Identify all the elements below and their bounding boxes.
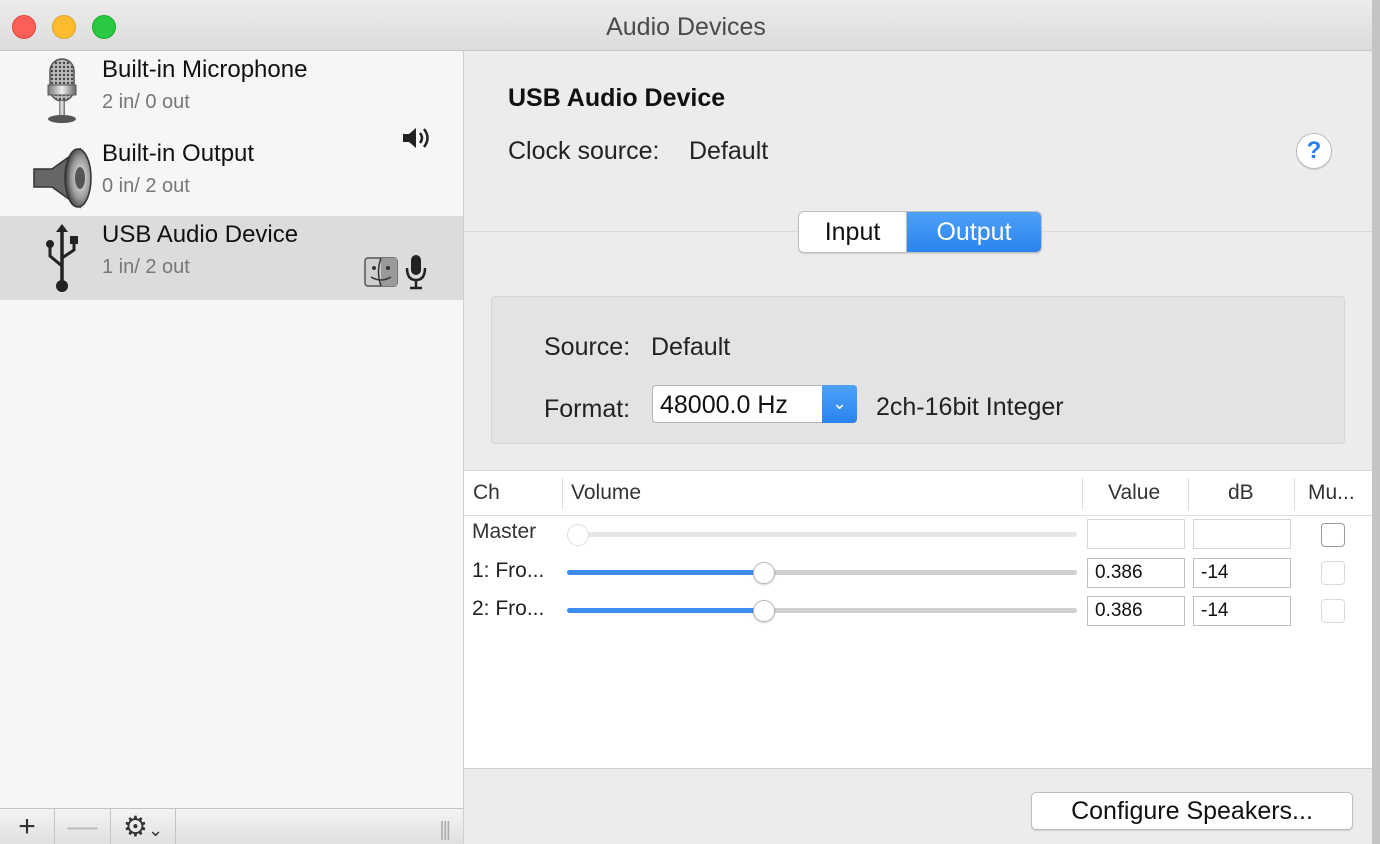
format-description: 2ch-16bit Integer <box>876 393 1064 421</box>
master-volume-knob[interactable] <box>567 524 589 546</box>
column-header-volume[interactable]: Volume <box>571 472 641 514</box>
device-io: 0 in/ 2 out <box>102 175 190 197</box>
channel-2-db-field[interactable]: -14 <box>1193 596 1291 626</box>
channel-1-value-field[interactable]: 0.386 <box>1087 558 1185 588</box>
master-db-field[interactable] <box>1193 519 1291 549</box>
column-divider <box>1294 478 1295 510</box>
device-name: USB Audio Device <box>102 221 299 248</box>
sample-rate-select[interactable]: 48000.0 Hz ⌄ <box>652 385 857 423</box>
tab-input[interactable]: Input <box>799 212 907 252</box>
help-button[interactable]: ? <box>1296 133 1332 169</box>
channel-2-value-field[interactable]: 0.386 <box>1087 596 1185 626</box>
channel-1-volume-fill <box>567 570 764 575</box>
device-list-toolbar: + — ⚙⌄ ||| <box>0 808 464 844</box>
device-name: Built-in Microphone <box>102 56 308 83</box>
input-output-segmented-control[interactable]: Input Output <box>798 211 1042 253</box>
finder-icon <box>364 257 398 287</box>
column-divider <box>1082 478 1083 510</box>
column-header-value[interactable]: Value <box>1108 472 1160 514</box>
title-bar[interactable]: Audio Devices <box>0 0 1372 51</box>
device-list[interactable]: Built-in Microphone 2 in/ 0 out Built-in… <box>0 51 464 808</box>
format-label: Format: <box>544 395 631 423</box>
column-header-db[interactable]: dB <box>1228 472 1254 514</box>
sample-rate-value: 48000.0 Hz <box>660 391 788 419</box>
gear-icon: ⚙ <box>122 811 148 842</box>
window-title: Audio Devices <box>606 13 766 41</box>
device-io: 2 in/ 0 out <box>102 91 190 113</box>
channel-2-volume-fill <box>567 608 764 613</box>
microphone-icon <box>47 58 77 123</box>
chevron-down-icon: ⌄ <box>822 385 857 423</box>
clock-source-value: Default <box>689 137 769 165</box>
source-value: Default <box>651 333 731 361</box>
channel-1-volume-knob[interactable] <box>752 562 775 584</box>
add-device-button[interactable]: + <box>0 809 55 844</box>
channel-2-volume-knob[interactable] <box>752 600 775 622</box>
speaker-icon <box>33 147 92 209</box>
master-value-field[interactable] <box>1087 519 1185 549</box>
channel-1-db-field[interactable]: -14 <box>1193 558 1291 588</box>
speaker-volume-icon <box>403 128 429 148</box>
usb-icon <box>46 224 78 292</box>
column-divider <box>562 478 563 510</box>
channel-label-1: 1: Fro... <box>472 559 545 582</box>
channel-label-master: Master <box>472 520 537 543</box>
master-mute-checkbox[interactable] <box>1321 523 1345 547</box>
device-io: 1 in/ 2 out <box>102 256 190 278</box>
column-divider <box>1188 478 1189 510</box>
device-title: USB Audio Device <box>508 84 726 112</box>
source-label: Source: <box>544 333 631 361</box>
channel-2-mute-checkbox[interactable] <box>1321 599 1345 623</box>
gear-menu-button[interactable]: ⚙⌄ <box>111 809 176 844</box>
device-name: Built-in Output <box>102 140 255 167</box>
channel-label-2: 2: Fro... <box>472 597 545 620</box>
column-header-mute[interactable]: Mu... <box>1308 472 1355 514</box>
clock-source-label: Clock source: <box>508 137 660 165</box>
chevron-down-icon: ⌄ <box>148 820 164 840</box>
channel-1-mute-checkbox[interactable] <box>1321 561 1345 585</box>
remove-device-button[interactable]: — <box>55 809 111 844</box>
audio-devices-window: Audio Devices Built-in Microphone 2 in/ … <box>0 0 1372 844</box>
column-header-ch[interactable]: Ch <box>473 472 500 514</box>
device-item-built-in-microphone[interactable]: Built-in Microphone 2 in/ 0 out <box>0 51 463 135</box>
microphone-small-icon <box>405 255 427 290</box>
device-item-usb-audio-device[interactable]: USB Audio Device 1 in/ 2 out <box>0 216 463 300</box>
device-item-built-in-output[interactable]: Built-in Output 0 in/ 2 out <box>0 128 463 219</box>
master-volume-slider[interactable] <box>567 532 1077 537</box>
header-divider <box>464 515 1372 516</box>
configure-speakers-button[interactable]: Configure Speakers... <box>1031 792 1353 830</box>
background-window-edge <box>1372 0 1380 844</box>
tab-output[interactable]: Output <box>907 212 1041 252</box>
resize-handle[interactable]: ||| <box>439 819 451 842</box>
